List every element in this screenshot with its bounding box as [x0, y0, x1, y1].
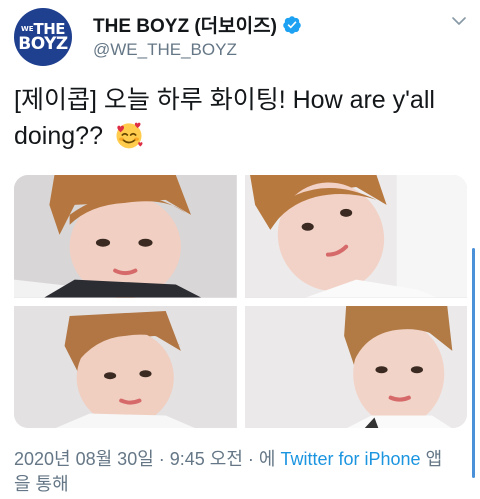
- photo-4-image: [244, 305, 467, 428]
- tweet-card: WETHE BOYZ THE BOYZ (더보이즈) @WE_THE_BOYZ …: [0, 0, 480, 499]
- smiling-face-with-hearts-icon: [116, 122, 143, 149]
- photo-1-image: [14, 175, 237, 298]
- photo-3[interactable]: [14, 305, 237, 428]
- author-display-name[interactable]: THE BOYZ (더보이즈): [93, 11, 302, 38]
- tweet-timestamp[interactable]: 2020년 08월 30일 · 9:45 오전 · 에: [14, 449, 275, 469]
- photo-1[interactable]: [14, 175, 237, 298]
- tweet-text: [제이콥] 오늘 하루 화이팅! How are y'all doing??: [14, 82, 454, 154]
- photo-2[interactable]: [244, 175, 467, 298]
- photo-4[interactable]: [244, 305, 467, 428]
- tweet-source-link[interactable]: Twitter for iPhone: [281, 449, 421, 469]
- tweet-text-content: [제이콥] 오늘 하루 화이팅! How are y'all doing??: [14, 86, 435, 150]
- tweet-meta: 2020년 08월 30일 · 9:45 오전 · 에 Twitter for …: [14, 447, 454, 497]
- scrollbar[interactable]: [472, 248, 475, 478]
- photo-3-image: [14, 305, 237, 428]
- verified-badge-icon: [283, 15, 301, 34]
- chevron-down-icon[interactable]: [450, 12, 468, 30]
- author-name-text: THE BOYZ (더보이즈): [93, 16, 277, 37]
- author-handle[interactable]: @WE_THE_BOYZ: [93, 40, 237, 60]
- avatar-logo-line2: BOYZ: [18, 34, 68, 54]
- photo-2-image: [244, 175, 467, 298]
- photo-grid: [14, 175, 467, 428]
- avatar[interactable]: WETHE BOYZ: [14, 8, 72, 66]
